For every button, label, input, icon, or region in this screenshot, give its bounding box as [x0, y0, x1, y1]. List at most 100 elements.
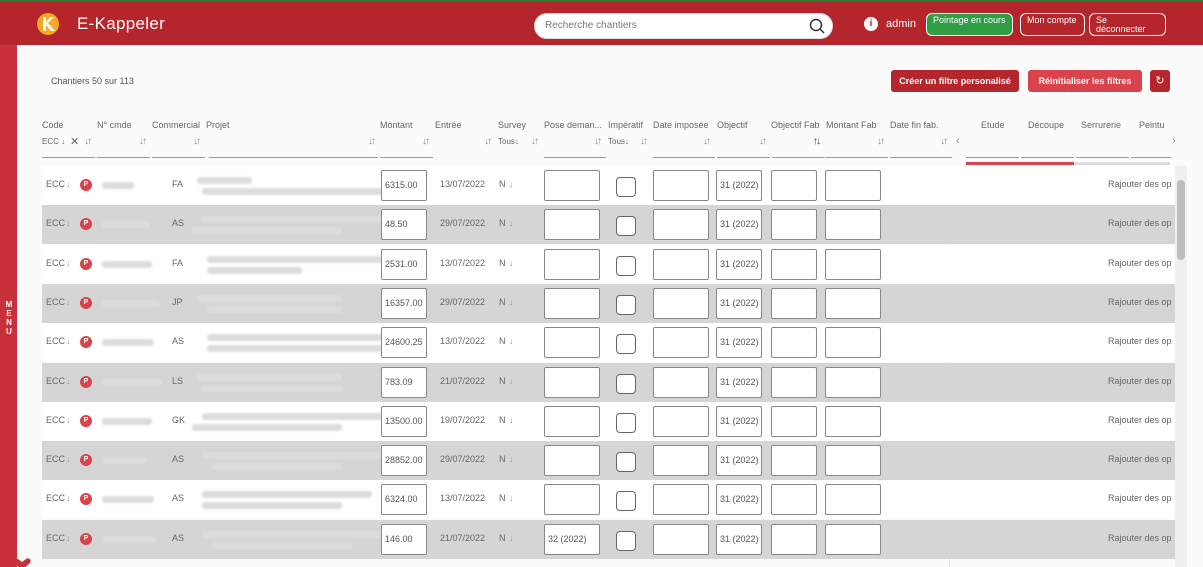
pose-field[interactable] [544, 248, 600, 280]
date-imposee-field[interactable] [653, 445, 709, 477]
add-operation-link[interactable]: Rajouter des op [1108, 376, 1172, 386]
add-operation-link[interactable]: Rajouter des op [1108, 533, 1172, 543]
table-row[interactable]: ECC ↓ P AS 146.00 21/07/2022 N ↓ 32 (2022) 31 (20… [42, 519, 1175, 559]
pose-field[interactable] [544, 405, 600, 437]
pose-field[interactable] [544, 209, 600, 241]
search-input[interactable] [545, 20, 795, 31]
col-pose[interactable]: Pose deman... [544, 120, 602, 130]
sort-montant-icon[interactable]: ↓↑ [422, 136, 430, 147]
table-row[interactable]: ECC ↓ P AS 48.50 29/07/2022 N ↓ 31 (2022) Rajoute… [42, 205, 1175, 245]
add-operation-link[interactable]: Rajouter des op [1108, 218, 1172, 228]
col-date-imposee[interactable]: Date imposée [653, 120, 709, 130]
row-code-dropdown-icon[interactable]: ↓ [66, 376, 71, 386]
objectif-field[interactable]: 31 (2022) [716, 170, 762, 201]
date-imposee-field[interactable] [653, 170, 709, 201]
montant-fab-field[interactable] [825, 209, 881, 241]
account-button[interactable]: Mon compte [1020, 13, 1085, 36]
sort-montant-fab-icon[interactable]: ↓↑ [877, 136, 885, 147]
col-decoupe[interactable]: Découpe [1028, 120, 1064, 130]
objectif-fab-field[interactable] [771, 445, 817, 477]
p-badge-icon[interactable]: P [80, 493, 92, 506]
search-box[interactable] [534, 13, 833, 39]
montant-fab-field[interactable] [825, 523, 881, 555]
date-imposee-field[interactable] [653, 405, 709, 437]
p-badge-icon[interactable]: P [80, 532, 92, 545]
add-operation-link[interactable]: Rajouter des op [1108, 179, 1172, 189]
objectif-fab-field[interactable] [771, 170, 817, 201]
p-badge-icon[interactable]: P [80, 257, 92, 270]
survey-dropdown-icon[interactable]: ↓ [509, 454, 514, 464]
logo-icon[interactable] [36, 12, 60, 36]
survey-dropdown-icon[interactable]: ↓ [509, 415, 514, 425]
montant-field[interactable]: 28852.00 [381, 445, 427, 477]
imperatif-filter-select[interactable]: Tous↓ [608, 137, 629, 146]
sort-date-fin-fab-icon[interactable]: ↓↑ [940, 136, 948, 147]
row-code-dropdown-icon[interactable]: ↓ [66, 336, 71, 346]
add-operation-link[interactable]: Rajouter des op [1108, 258, 1172, 268]
objectif-fab-field[interactable] [771, 523, 817, 555]
col-objectif[interactable]: Objectif [717, 120, 748, 130]
sort-survey-icon[interactable]: ↓↑ [531, 136, 539, 147]
p-badge-icon[interactable]: P [80, 414, 92, 427]
objectif-fab-field[interactable] [771, 366, 817, 398]
pose-field[interactable]: 32 (2022) [544, 523, 600, 555]
col-date-fin-fab[interactable]: Date fin fab. [890, 120, 939, 130]
objectif-field[interactable]: 31 (2022) [716, 484, 762, 516]
montant-field[interactable]: 16357.00 [381, 287, 427, 319]
table-row[interactable]: ECC ↓ P LS 783.09 21/07/2022 N ↓ 31 (2022) Rajout… [42, 362, 1175, 402]
add-operation-link[interactable]: Rajouter des op [1108, 415, 1172, 425]
scrollbar-thumb[interactable] [1177, 180, 1185, 260]
pointage-button[interactable]: Pointage en cours [926, 13, 1013, 36]
objectif-fab-field[interactable] [771, 405, 817, 437]
table-row[interactable]: ECC ↓ P AS 6324.00 13/07/2022 N ↓ 31 (2022) Rajou… [42, 480, 1175, 520]
objectif-field[interactable]: 31 (2022) [716, 209, 762, 241]
objectif-field[interactable]: 31 (2022) [716, 327, 762, 359]
imperatif-checkbox[interactable] [616, 216, 636, 237]
sort-commercial-icon[interactable]: ↓↑ [193, 136, 201, 147]
imperatif-checkbox[interactable] [616, 412, 636, 433]
montant-field[interactable]: 6324.00 [381, 484, 427, 516]
scroll-right-icon[interactable]: › [1172, 135, 1176, 147]
col-ncmde[interactable]: N° cmde [97, 120, 132, 130]
pose-field[interactable] [544, 327, 600, 359]
imperatif-checkbox[interactable] [616, 255, 636, 276]
imperatif-checkbox[interactable] [616, 491, 636, 512]
refresh-icon[interactable]: ↻ [1150, 70, 1170, 92]
date-imposee-field[interactable] [653, 287, 709, 319]
date-imposee-field[interactable] [653, 484, 709, 516]
col-survey[interactable]: Survey [498, 120, 526, 130]
montant-field[interactable]: 2531.00 [381, 248, 427, 280]
survey-dropdown-icon[interactable]: ↓ [509, 218, 514, 228]
date-imposee-field[interactable] [653, 327, 709, 359]
sort-imperatif-icon[interactable]: ↓↑ [640, 136, 648, 147]
imperatif-checkbox[interactable] [616, 334, 636, 355]
p-badge-icon[interactable]: P [80, 375, 92, 388]
menu-label[interactable]: MENU [5, 300, 13, 336]
montant-fab-field[interactable] [825, 248, 881, 280]
montant-fab-field[interactable] [825, 327, 881, 359]
table-row[interactable]: ECC ↓ P GK 13500.00 19/07/2022 N ↓ 31 (2022) Rajo… [42, 401, 1175, 441]
sort-projet-icon[interactable]: ↓↑ [368, 136, 376, 147]
col-code[interactable]: Code [42, 120, 64, 130]
brand-title[interactable]: E-Kappeler [77, 14, 165, 34]
montant-fab-field[interactable] [825, 445, 881, 477]
menu-rail[interactable]: MENU [0, 45, 17, 567]
info-icon[interactable]: i [864, 17, 878, 31]
clear-filter-icon[interactable]: ✕ [70, 135, 79, 148]
objectif-fab-field[interactable] [771, 484, 817, 516]
row-code-dropdown-icon[interactable]: ↓ [66, 218, 71, 228]
pose-field[interactable] [544, 170, 600, 201]
add-operation-link[interactable]: Rajouter des op [1108, 493, 1172, 503]
row-code-dropdown-icon[interactable]: ↓ [66, 297, 71, 307]
col-imperatif[interactable]: Impératif [608, 120, 643, 130]
sort-ncmde-icon[interactable]: ↓↑ [139, 136, 147, 147]
objectif-field[interactable]: 31 (2022) [716, 287, 762, 319]
col-commercial[interactable]: Commercial [152, 120, 200, 130]
survey-filter-select[interactable]: Tous↓ [498, 137, 519, 146]
pose-field[interactable] [544, 366, 600, 398]
sort-pose-icon[interactable]: ↓↑ [594, 136, 602, 147]
objectif-field[interactable]: 31 (2022) [716, 405, 762, 437]
pose-field[interactable] [544, 484, 600, 516]
logout-button[interactable]: Se déconnecter [1089, 13, 1166, 36]
sort-objectif-fab-icon[interactable]: ↑↓ [813, 136, 821, 147]
